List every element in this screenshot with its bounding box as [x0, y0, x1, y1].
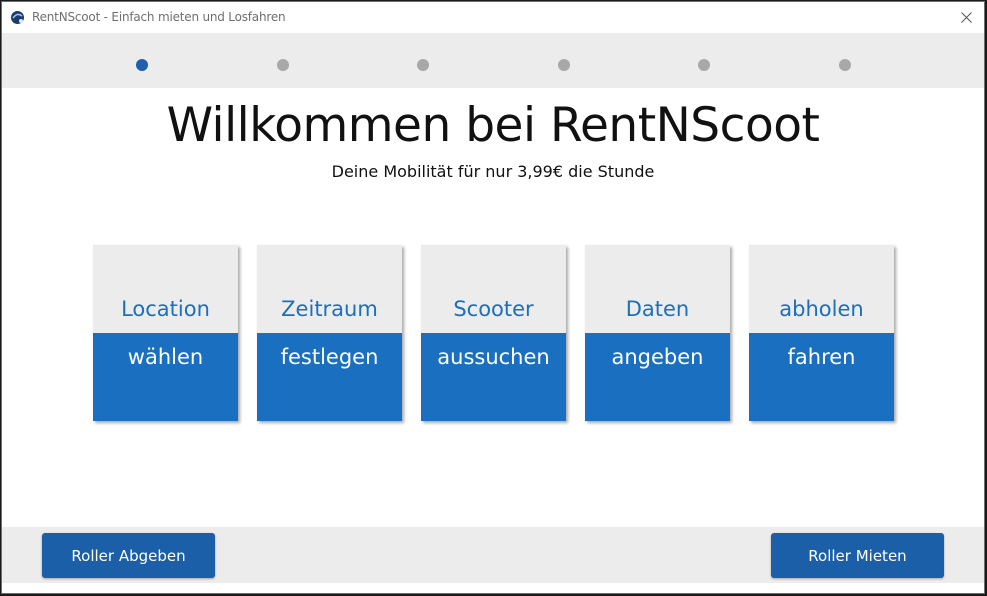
page-title: Willkommen bei RentNScoot — [166, 98, 820, 153]
tile-daten[interactable]: Daten angeben — [585, 245, 730, 421]
tile-title: Zeitraum — [281, 297, 378, 321]
tile-action: festlegen — [280, 345, 379, 369]
tile-bottom: wählen — [93, 333, 238, 421]
tile-scooter[interactable]: Scooter aussuchen — [421, 245, 566, 421]
step-dot-1[interactable] — [136, 59, 148, 71]
step-dot-4[interactable] — [558, 59, 570, 71]
tile-top: Location — [93, 245, 238, 333]
step-indicator — [2, 33, 984, 88]
tile-location[interactable]: Location wählen — [93, 245, 238, 421]
close-icon — [960, 12, 972, 23]
tile-bottom: fahren — [749, 333, 894, 421]
tile-zeitraum[interactable]: Zeitraum festlegen — [257, 245, 402, 421]
title-bar[interactable]: RentNScoot - Einfach mieten und Losfahre… — [2, 2, 984, 33]
step-dot-2[interactable] — [277, 59, 289, 71]
page-subtitle: Deine Mobilität für nur 3,99€ die Stunde — [331, 162, 655, 181]
tile-abholen[interactable]: abholen fahren — [749, 245, 894, 421]
tile-action: aussuchen — [437, 345, 550, 369]
tile-action: angeben — [611, 345, 704, 369]
tile-title: Scooter — [453, 297, 534, 321]
tile-title: Daten — [625, 297, 690, 321]
step-dot-3[interactable] — [417, 59, 429, 71]
return-scooter-button[interactable]: Roller Abgeben — [42, 533, 215, 578]
footer-bar: Roller Abgeben Roller Mieten — [2, 527, 984, 583]
window-title: RentNScoot - Einfach mieten und Losfahre… — [32, 10, 286, 24]
tile-action: fahren — [787, 345, 856, 369]
tile-title: Location — [121, 297, 210, 321]
rent-scooter-button[interactable]: Roller Mieten — [771, 533, 944, 578]
step-dot-6[interactable] — [839, 59, 851, 71]
tile-title: abholen — [779, 297, 864, 321]
close-button[interactable] — [948, 2, 984, 33]
step-dot-5[interactable] — [698, 59, 710, 71]
app-window: RentNScoot - Einfach mieten und Losfahre… — [1, 1, 985, 594]
tile-top: Scooter — [421, 245, 566, 333]
tile-bottom: aussuchen — [421, 333, 566, 421]
tile-top: Daten — [585, 245, 730, 333]
tile-bottom: angeben — [585, 333, 730, 421]
tile-top: abholen — [749, 245, 894, 333]
tile-bottom: festlegen — [257, 333, 402, 421]
tile-top: Zeitraum — [257, 245, 402, 333]
tile-action: wählen — [127, 345, 204, 369]
app-logo-icon — [11, 11, 24, 24]
